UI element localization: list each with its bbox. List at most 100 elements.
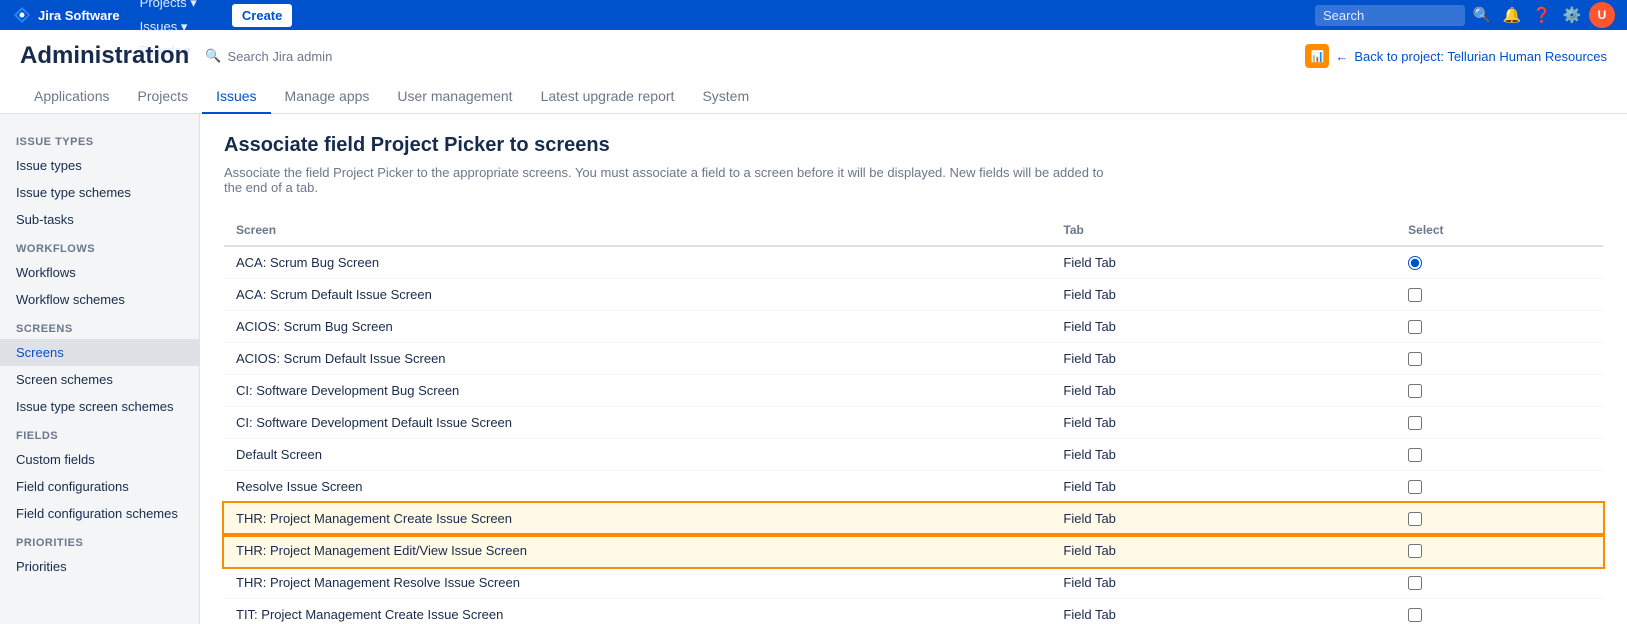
admin-search[interactable]: 🔍 Search Jira admin [205, 48, 332, 64]
table-row: ACA: Scrum Default Issue ScreenField Tab [224, 279, 1603, 311]
tab-name: Field Tab [1051, 535, 1396, 567]
select-cell [1396, 503, 1603, 535]
admin-tab-manage-apps[interactable]: Manage apps [271, 80, 384, 114]
sidebar-item-sub-tasks[interactable]: Sub-tasks [0, 206, 199, 233]
search-icon[interactable]: 🔍 [1469, 2, 1495, 28]
select-checkbox-3[interactable] [1408, 352, 1422, 366]
table-row: THR: Project Management Create Issue Scr… [224, 503, 1603, 535]
tab-name: Field Tab [1051, 407, 1396, 439]
admin-tab-projects[interactable]: Projects [124, 80, 203, 114]
select-checkbox-11[interactable] [1408, 608, 1422, 622]
screen-name: ACIOS: Scrum Default Issue Screen [224, 343, 1051, 375]
select-cell [1396, 535, 1603, 567]
page-title: Associate field Project Picker to screen… [224, 134, 1603, 157]
back-arrow-icon: ← [1335, 49, 1348, 64]
table-row: Default ScreenField Tab [224, 439, 1603, 471]
screen-name: TIT: Project Management Create Issue Scr… [224, 599, 1051, 624]
select-cell [1396, 279, 1603, 311]
select-cell [1396, 246, 1603, 279]
tab-name: Field Tab [1051, 246, 1396, 279]
sidebar: ISSUE TYPESIssue typesIssue type schemes… [0, 114, 200, 624]
select-cell [1396, 471, 1603, 503]
tab-name: Field Tab [1051, 599, 1396, 624]
select-checkbox-4[interactable] [1408, 384, 1422, 398]
sidebar-item-custom-fields[interactable]: Custom fields [0, 446, 199, 473]
tab-name: Field Tab [1051, 471, 1396, 503]
tab-name: Field Tab [1051, 375, 1396, 407]
jira-logo[interactable]: Jira Software [12, 5, 120, 25]
screen-name: CI: Software Development Bug Screen [224, 375, 1051, 407]
table-row: CI: Software Development Bug ScreenField… [224, 375, 1603, 407]
tab-name: Field Tab [1051, 279, 1396, 311]
screen-name: CI: Software Development Default Issue S… [224, 407, 1051, 439]
select-checkbox-10[interactable] [1408, 576, 1422, 590]
select-checkbox-7[interactable] [1408, 480, 1422, 494]
tab-name: Field Tab [1051, 439, 1396, 471]
select-radio-0[interactable] [1408, 256, 1422, 270]
select-cell [1396, 567, 1603, 599]
sidebar-item-issue-types[interactable]: Issue types [0, 152, 199, 179]
tab-name: Field Tab [1051, 503, 1396, 535]
col-header-tab: Tab [1051, 215, 1396, 246]
screen-name: Resolve Issue Screen [224, 471, 1051, 503]
screen-name: ACA: Scrum Bug Screen [224, 246, 1051, 279]
admin-tab-latest-upgrade-report[interactable]: Latest upgrade report [527, 80, 689, 114]
table-row: ACIOS: Scrum Bug ScreenField Tab [224, 311, 1603, 343]
top-nav-item-issues[interactable]: Issues ▾ [132, 15, 228, 39]
admin-title-left: Administration 🔍 Search Jira admin [20, 42, 332, 70]
select-cell [1396, 599, 1603, 624]
sidebar-item-field-configurations[interactable]: Field configurations [0, 473, 199, 500]
bell-icon[interactable]: 🔔 [1499, 2, 1525, 28]
col-header-screen: Screen [224, 215, 1051, 246]
tab-name: Field Tab [1051, 311, 1396, 343]
select-checkbox-1[interactable] [1408, 288, 1422, 302]
admin-tab-issues[interactable]: Issues [202, 80, 270, 114]
screen-name: THR: Project Management Resolve Issue Sc… [224, 567, 1051, 599]
table-row: TIT: Project Management Create Issue Scr… [224, 599, 1603, 624]
sidebar-item-workflow-schemes[interactable]: Workflow schemes [0, 286, 199, 313]
admin-header: Administration 🔍 Search Jira admin 📊 ← B… [0, 30, 1627, 114]
create-button[interactable]: Create [232, 4, 292, 27]
sidebar-item-issue-type-schemes[interactable]: Issue type schemes [0, 179, 199, 206]
select-checkbox-5[interactable] [1408, 416, 1422, 430]
project-icon: 📊 [1305, 44, 1329, 68]
search-input[interactable] [1315, 5, 1465, 26]
screen-table-body: ACA: Scrum Bug ScreenField TabACA: Scrum… [224, 246, 1603, 624]
table-row: ACIOS: Scrum Default Issue ScreenField T… [224, 343, 1603, 375]
screen-name: Default Screen [224, 439, 1051, 471]
admin-tab-applications[interactable]: Applications [20, 80, 124, 114]
select-cell [1396, 439, 1603, 471]
sidebar-section-workflows: WORKFLOWS [0, 233, 199, 259]
select-checkbox-9[interactable] [1408, 544, 1422, 558]
sidebar-section-issue-types: ISSUE TYPES [0, 126, 199, 152]
admin-tab-user-management[interactable]: User management [383, 80, 526, 114]
help-icon[interactable]: ❓ [1529, 2, 1555, 28]
admin-title: Administration [20, 42, 189, 70]
select-cell [1396, 311, 1603, 343]
select-checkbox-2[interactable] [1408, 320, 1422, 334]
tab-name: Field Tab [1051, 343, 1396, 375]
select-cell [1396, 343, 1603, 375]
sidebar-item-issue-type-screen-schemes[interactable]: Issue type screen schemes [0, 393, 199, 420]
screen-name: ACA: Scrum Default Issue Screen [224, 279, 1051, 311]
sidebar-item-field-configuration-schemes[interactable]: Field configuration schemes [0, 500, 199, 527]
table-row: THR: Project Management Edit/View Issue … [224, 535, 1603, 567]
admin-tabs: ApplicationsProjectsIssuesManage appsUse… [20, 80, 1607, 113]
search-admin-icon: 🔍 [205, 48, 221, 64]
sidebar-item-screens[interactable]: Screens [0, 339, 199, 366]
screen-name: THR: Project Management Edit/View Issue … [224, 535, 1051, 567]
sidebar-item-workflows[interactable]: Workflows [0, 259, 199, 286]
avatar[interactable]: U [1589, 2, 1615, 28]
back-to-project[interactable]: 📊 ← Back to project: Tellurian Human Res… [1305, 44, 1607, 68]
sidebar-item-screen-schemes[interactable]: Screen schemes [0, 366, 199, 393]
table-row: ACA: Scrum Bug ScreenField Tab [224, 246, 1603, 279]
sidebar-item-priorities[interactable]: Priorities [0, 553, 199, 580]
screen-table: Screen Tab Select ACA: Scrum Bug ScreenF… [224, 215, 1603, 624]
page-desc: Associate the field Project Picker to th… [224, 165, 1124, 195]
top-nav-item-projects[interactable]: Projects ▾ [132, 0, 228, 15]
settings-icon[interactable]: ⚙️ [1559, 2, 1585, 28]
admin-tab-system[interactable]: System [688, 80, 763, 114]
select-checkbox-8[interactable] [1408, 512, 1422, 526]
col-header-select: Select [1396, 215, 1603, 246]
select-checkbox-6[interactable] [1408, 448, 1422, 462]
